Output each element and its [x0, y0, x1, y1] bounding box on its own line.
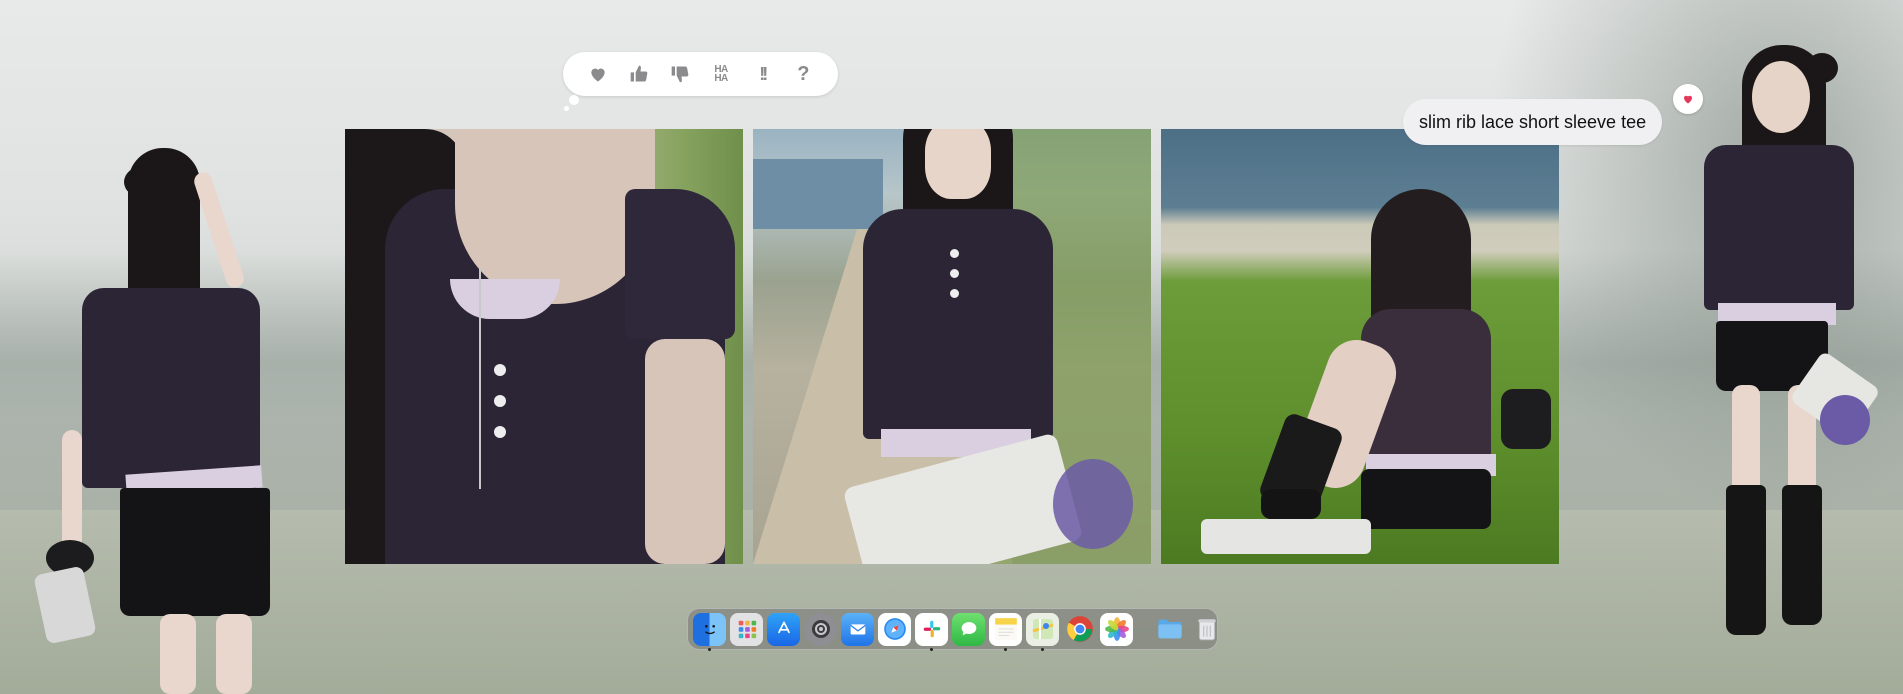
- chrome-icon[interactable]: [1063, 613, 1096, 646]
- heart-icon: [590, 68, 605, 82]
- button: [950, 289, 959, 298]
- button: [494, 395, 506, 407]
- river: [753, 159, 883, 229]
- thumbs-down-icon: [671, 66, 689, 83]
- button: [494, 426, 506, 438]
- heart-reaction-button[interactable]: [583, 59, 613, 89]
- model-back-view: [33, 140, 330, 694]
- shorts: [1361, 469, 1491, 529]
- shoe: [1261, 489, 1321, 519]
- messages-icon[interactable]: [952, 612, 985, 646]
- dock: [687, 608, 1218, 651]
- exclamation-icon: !!: [759, 63, 768, 84]
- thumbs-up-icon: [630, 65, 648, 82]
- face: [925, 129, 991, 199]
- tee: [863, 209, 1053, 439]
- message-text: slim rib lace short sleeve tee: [1419, 111, 1647, 132]
- model-standing: [1690, 45, 1881, 655]
- launchpad-icon[interactable]: [730, 612, 763, 646]
- thumbs-up-reaction-button[interactable]: [624, 59, 654, 89]
- haha-icon: HA HA: [714, 64, 728, 84]
- button: [494, 364, 506, 376]
- notes-icon[interactable]: [989, 612, 1022, 651]
- button: [950, 249, 959, 258]
- folder-icon[interactable]: [1153, 613, 1186, 646]
- haha-reaction-button[interactable]: HA HA: [706, 59, 736, 89]
- photo-sitting-grass[interactable]: [1161, 129, 1559, 564]
- maps-icon[interactable]: [1026, 612, 1059, 651]
- tapback-reaction-bar: HA HA !! ?: [563, 52, 838, 111]
- photo-closeup-neckline[interactable]: [345, 129, 743, 564]
- newspaper: [1201, 519, 1371, 554]
- trash-icon[interactable]: [1190, 613, 1223, 646]
- slack-icon[interactable]: [915, 612, 948, 651]
- heart-icon: [1684, 95, 1692, 104]
- photos-icon[interactable]: [1100, 612, 1133, 646]
- question-reaction-button[interactable]: ?: [788, 59, 818, 89]
- sleeve: [625, 189, 735, 339]
- message-bubble[interactable]: slim rib lace short sleeve tee: [1403, 99, 1663, 145]
- button: [950, 269, 959, 278]
- app-store-icon[interactable]: [767, 612, 800, 646]
- safari-icon[interactable]: [878, 612, 911, 646]
- exclamation-reaction-button[interactable]: !!: [747, 59, 777, 89]
- system-settings-icon[interactable]: [804, 612, 837, 646]
- finder-icon[interactable]: [693, 612, 726, 651]
- question-icon: ?: [797, 62, 810, 85]
- mail-icon[interactable]: [841, 612, 874, 646]
- arm: [645, 339, 725, 564]
- thumbs-down-reaction-button[interactable]: [665, 59, 695, 89]
- necklace: [479, 269, 481, 489]
- flowers: [1053, 459, 1133, 549]
- heart-reaction-badge: [1673, 84, 1703, 114]
- photo-front-full[interactable]: [753, 129, 1151, 564]
- bag: [1501, 389, 1551, 449]
